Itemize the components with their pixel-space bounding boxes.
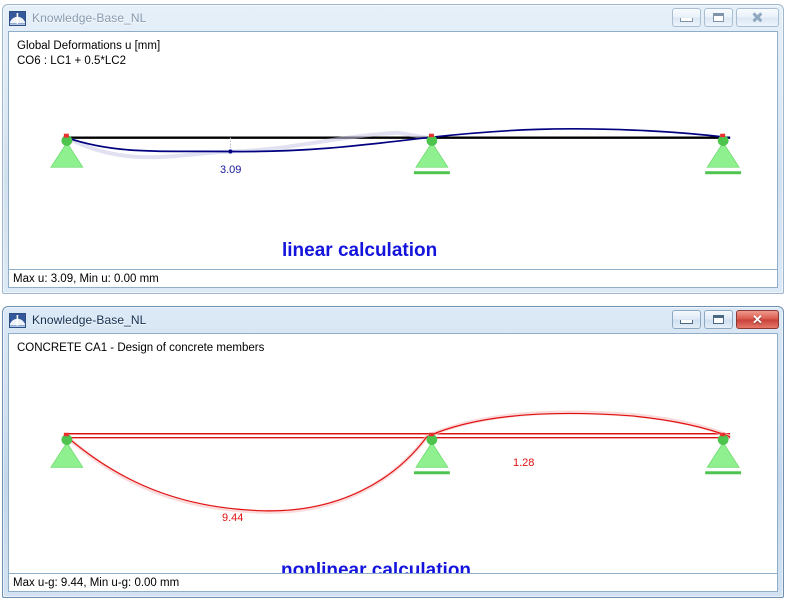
minimize-button-linear[interactable] (672, 8, 701, 27)
canvas-linear[interactable]: Global Deformations u [mm] CO6 : LC1 + 0… (8, 31, 778, 270)
support-right-linear (705, 133, 742, 175)
maximize-icon (713, 315, 724, 324)
deformation-diagram-nonlinear (50, 410, 742, 514)
statusbar-linear: Max u: 3.09, Min u: 0.00 mm (8, 270, 778, 288)
canvas-nonlinear[interactable]: CONCRETE CA1 - Design of concrete member… (8, 333, 778, 574)
support-middle-nonlinear (413, 432, 450, 475)
deformation-curve-span2-linear (426, 127, 731, 139)
value-label-max-nonlinear: 9.44 (222, 512, 244, 524)
drawing-area-linear: Global Deformations u [mm] CO6 : LC1 + 0… (9, 32, 777, 269)
close-button-nonlinear[interactable]: ✕ (736, 310, 779, 329)
drawing-area-nonlinear: CONCRETE CA1 - Design of concrete member… (9, 334, 777, 573)
value-label-span2-nonlinear: 1.28 (513, 457, 535, 469)
minimize-button-nonlinear[interactable] (672, 310, 701, 329)
window-title-linear: Knowledge-Base_NL (32, 11, 147, 25)
big-label-nonlinear: nonlinear calculation (281, 560, 472, 573)
close-button-linear[interactable]: ✕ (736, 8, 779, 27)
minimize-icon (680, 18, 693, 22)
titlebar-nonlinear[interactable]: Knowledge-Base_NL ✕ (3, 307, 783, 333)
statusbar-nonlinear: Max u-g: 9.44, Min u-g: 0.00 mm (8, 574, 778, 592)
value-label-max-linear: 3.09 (220, 164, 242, 176)
big-label-linear: linear calculation (282, 240, 438, 261)
minimize-icon (680, 320, 693, 324)
status-text-linear: Max u: 3.09, Min u: 0.00 mm (13, 272, 159, 285)
close-icon: ✕ (752, 10, 764, 25)
maximize-icon (713, 13, 724, 22)
status-text-nonlinear: Max u-g: 9.44, Min u-g: 0.00 mm (13, 576, 180, 589)
measurement-point-linear (228, 149, 233, 154)
bridge-icon (9, 312, 26, 328)
titlebar-linear[interactable]: Knowledge-Base_NL ✕ (3, 5, 783, 31)
window-nonlinear-calculation[interactable]: Knowledge-Base_NL ✕ CONCRETE CA1 - Desig… (2, 306, 784, 598)
maximize-button-nonlinear[interactable] (704, 310, 733, 329)
bridge-icon (9, 10, 26, 26)
window-title-nonlinear: Knowledge-Base_NL (32, 313, 147, 327)
deformation-diagram-linear (50, 127, 742, 175)
window-linear-calculation[interactable]: Knowledge-Base_NL ✕ Global Deformations … (2, 4, 784, 294)
support-right-nonlinear (705, 432, 742, 475)
maximize-button-linear[interactable] (704, 8, 733, 27)
close-icon: ✕ (752, 312, 763, 327)
support-middle-linear (413, 133, 450, 175)
window-controls-nonlinear[interactable]: ✕ (672, 310, 779, 329)
window-controls-linear[interactable]: ✕ (672, 8, 779, 27)
screen: Knowledge-Base_NL ✕ Global Deformations … (0, 0, 786, 600)
